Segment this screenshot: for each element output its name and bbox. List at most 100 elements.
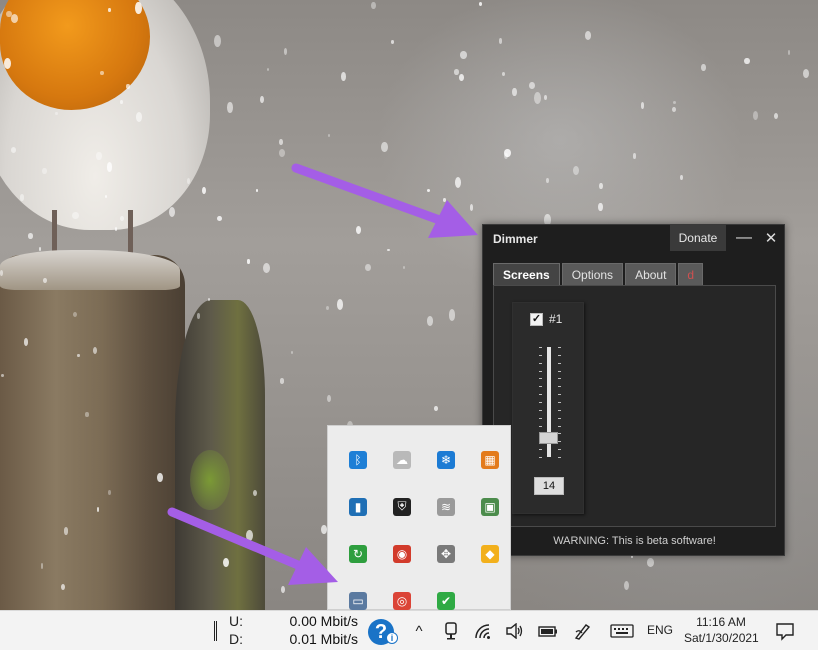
snow-flake [135, 1, 142, 14]
snow-flake [460, 51, 467, 59]
snow-flake [279, 148, 286, 157]
tab-screens[interactable]: Screens [493, 263, 560, 285]
tab-d[interactable]: d [678, 263, 704, 285]
tab-about[interactable]: About [625, 263, 677, 285]
snow-flake [84, 412, 89, 417]
action-center-icon[interactable] [774, 620, 796, 642]
snow-flake [28, 233, 34, 239]
snow-flake [42, 167, 47, 175]
snow-flake [504, 152, 509, 159]
snow-flake [263, 262, 270, 274]
brightness-slider-thumb[interactable] [539, 432, 558, 444]
slider-tick [558, 426, 561, 427]
slider-tick [558, 347, 561, 348]
snow-flake [454, 177, 461, 189]
tray-item[interactable]: ≋ [424, 483, 468, 530]
snow-flake [528, 81, 535, 89]
snow-flake [599, 183, 603, 190]
snow-flake [433, 406, 439, 411]
snow-flake [157, 473, 163, 483]
slider-tick [558, 418, 561, 419]
wifi-status-icon[interactable] [473, 621, 493, 641]
snow-flake [321, 524, 327, 535]
donate-button[interactable]: Donate [670, 225, 726, 251]
snow-flake [545, 177, 549, 183]
tray-item[interactable]: ◆ [468, 530, 512, 577]
tray-item[interactable]: ⛨ [380, 483, 424, 530]
snow-flake [744, 57, 750, 65]
snow-flake [280, 586, 285, 594]
minimize-button[interactable]: — [732, 225, 756, 251]
snow-flake [512, 87, 517, 97]
show-hidden-icons-chevron-icon[interactable]: ^ [410, 621, 428, 641]
tab-options[interactable]: Options [561, 263, 624, 285]
snow-flake [640, 102, 645, 110]
pen-workspace-icon[interactable] [572, 621, 594, 641]
snow-flake [498, 37, 503, 44]
dimmer-window: Dimmer Donate — ✕ Screens Options About … [482, 224, 785, 556]
tray-overflow-popup: ᛒ ☁ ❄ ▦ ▮ ⛨ ≋ ▣ ↻ ◉ ✥ ◆ ▭ ◎ ✔ [327, 425, 511, 610]
screen-enable-checkbox[interactable]: ✓ [530, 313, 543, 326]
dimmer-title: Dimmer [493, 232, 538, 246]
slider-tick [558, 371, 561, 372]
close-button[interactable]: ✕ [758, 225, 784, 251]
wifi-icon: ≋ [437, 497, 455, 516]
tray-item[interactable]: ❄ [424, 436, 468, 483]
tray-item[interactable]: ▮ [336, 483, 380, 530]
snow-flake [214, 34, 222, 48]
slider-tick [539, 449, 542, 450]
slider-tick [539, 386, 542, 387]
tray-item[interactable]: ◉ [380, 530, 424, 577]
slider-tick [558, 363, 561, 364]
snow-flake [381, 141, 388, 152]
tray-item[interactable]: ☁ [380, 436, 424, 483]
tree-stump-top [0, 250, 180, 290]
snow-flake [255, 188, 258, 193]
tray-item[interactable]: ᛒ [336, 436, 380, 483]
slider-tick [539, 355, 542, 356]
snow-flake [573, 165, 580, 176]
clock-date[interactable]: Sat/1/30/2021 [684, 631, 759, 645]
snow-flake [108, 7, 111, 12]
snow-flake [327, 133, 331, 138]
volume-icon[interactable] [505, 621, 525, 641]
snow-flake [279, 139, 283, 145]
beta-warning: WARNING: This is beta software! [553, 535, 716, 547]
snow-flake [448, 309, 456, 321]
slider-tick [539, 418, 542, 419]
slider-tick [539, 426, 542, 427]
tray-item[interactable]: ▣ [468, 483, 512, 530]
snow-flake [701, 64, 706, 71]
battery-icon[interactable] [537, 621, 559, 641]
snow-flake [427, 188, 431, 192]
snow-flake [459, 74, 465, 81]
snow-flake [76, 353, 80, 358]
touch-keyboard-icon[interactable] [609, 621, 635, 641]
snow-flake [245, 529, 253, 541]
input-language[interactable]: ENG [647, 623, 673, 637]
dimmer-titlebar[interactable]: Dimmer Donate — ✕ [483, 225, 784, 253]
snow-flake [63, 527, 69, 535]
chevron-glyph: ^ [415, 622, 423, 640]
brightness-value[interactable]: 14 [534, 477, 564, 495]
bluetooth-icon: ᛒ [349, 450, 367, 469]
snow-flake [196, 313, 201, 319]
snow-flake [802, 68, 809, 78]
snow-flake [533, 92, 541, 105]
tray-item[interactable]: ✥ [424, 530, 468, 577]
tray-item[interactable]: ↻ [336, 530, 380, 577]
slider-tick [558, 441, 561, 442]
snow-flake [100, 70, 104, 75]
snow-flake [55, 111, 58, 115]
slider-tick [558, 378, 561, 379]
tray-icon-grid: ᛒ ☁ ❄ ▦ ▮ ⛨ ≋ ▣ ↻ ◉ ✥ ◆ ▭ ◎ ✔ [336, 436, 506, 624]
snow-flake [266, 67, 270, 72]
snow-flake [73, 311, 78, 317]
snow-flake [544, 94, 548, 100]
snow-flake [336, 298, 344, 310]
vpn-shield-icon: ◉ [393, 544, 411, 563]
tray-item[interactable]: ▦ [468, 436, 512, 483]
clock-time[interactable]: 11:16 AM [684, 615, 758, 629]
dimmer-tabs: Screens Options About d [493, 263, 705, 285]
meet-now-icon[interactable] [441, 621, 461, 641]
